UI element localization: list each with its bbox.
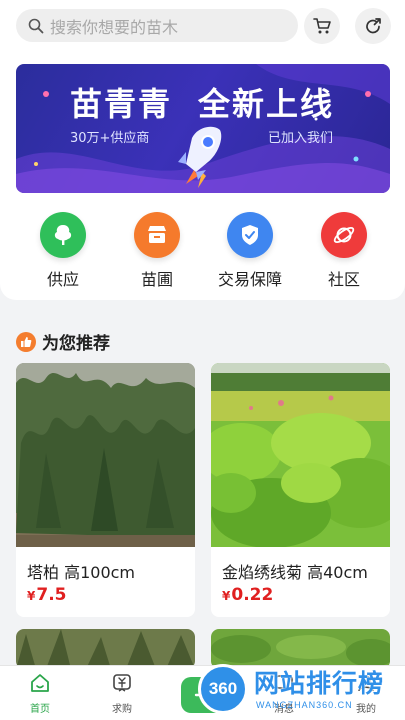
- tab-label: 求购: [112, 704, 132, 715]
- thumbs-up-icon: [16, 331, 36, 352]
- product-price: ¥0.22: [222, 585, 273, 605]
- category-label: 社区: [327, 270, 360, 289]
- tab-home[interactable]: 首页: [10, 672, 70, 715]
- currency-symbol: ¥: [27, 589, 36, 603]
- product-card[interactable]: [16, 629, 195, 669]
- category-trade-guarantee[interactable]: 交易保障: [210, 212, 290, 290]
- tab-purchase[interactable]: 求购: [92, 672, 152, 715]
- product-card[interactable]: 金焰绣线菊 高40cm ¥0.22: [211, 363, 390, 617]
- currency-symbol: ¥: [222, 589, 231, 603]
- home-icon: [31, 674, 49, 692]
- product-card[interactable]: 塔柏 高100cm ¥7.5: [16, 363, 195, 617]
- category-community[interactable]: 社区: [304, 212, 384, 290]
- watermark-url: WANGZHAN360.CN: [256, 700, 353, 710]
- banner-title-left: 苗青青: [70, 85, 173, 123]
- product-name: 金焰绣线菊 高40cm: [222, 563, 368, 582]
- price-value: 7.5: [36, 585, 67, 605]
- top-panel: 搜索你想要的苗木 苗青青 全新上线 30万+供应商 已加入我们 供应 苗圃 交易…: [0, 0, 405, 300]
- price-value: 0.22: [231, 585, 274, 605]
- recommend-title: 为您推荐: [42, 334, 110, 354]
- recommend-header: 为您推荐: [16, 329, 110, 354]
- category-label: 交易保障: [217, 270, 282, 289]
- product-image: [16, 629, 195, 669]
- watermark: 360 网站排行榜 WANGZHAN360.CN: [198, 662, 403, 718]
- product-name: 塔柏 高100cm: [27, 563, 136, 582]
- promo-banner[interactable]: 苗青青 全新上线 30万+供应商 已加入我们: [16, 64, 390, 193]
- search-input[interactable]: 搜索你想要的苗木: [16, 9, 298, 42]
- share-button[interactable]: [355, 8, 391, 44]
- product-price: ¥7.5: [27, 585, 66, 605]
- product-image-juniper: [16, 363, 195, 547]
- share-icon: [366, 18, 381, 34]
- category-row: 供应 苗圃 交易保障 社区: [0, 212, 405, 292]
- tree-icon: [40, 212, 86, 258]
- banner-subtitle-left: 30万+供应商: [70, 131, 150, 146]
- category-supply[interactable]: 供应: [23, 212, 103, 290]
- banner-subtitle-right: 已加入我们: [268, 131, 334, 146]
- cart-button[interactable]: [304, 8, 340, 44]
- planet-icon: [321, 212, 367, 258]
- search-placeholder: 搜索你想要的苗木: [50, 17, 179, 37]
- search-icon: [28, 18, 44, 33]
- category-nursery[interactable]: 苗圃: [117, 212, 197, 290]
- tab-label: 首页: [30, 704, 50, 715]
- category-label: 供应: [46, 270, 79, 289]
- rocket-icon: [178, 126, 222, 188]
- watermark-logo: 360: [198, 664, 248, 714]
- store-icon: [134, 212, 180, 258]
- cart-icon: [313, 18, 331, 34]
- category-label: 苗圃: [140, 270, 173, 289]
- product-image-spiraea: [211, 363, 390, 547]
- watermark-text: 网站排行榜: [254, 669, 385, 698]
- banner-title-right: 全新上线: [198, 85, 335, 123]
- shield-check-icon: [227, 212, 273, 258]
- purchase-icon: [113, 674, 131, 692]
